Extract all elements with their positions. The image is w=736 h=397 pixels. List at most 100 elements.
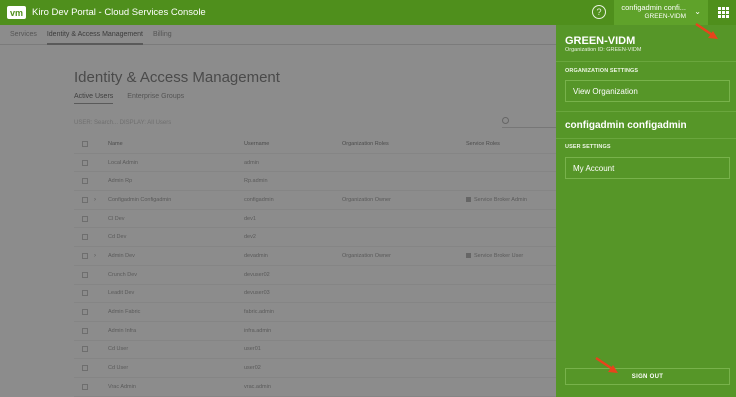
- user-full-name: configadmin configadmin: [565, 120, 687, 131]
- chevron-down-icon: ⌄: [694, 7, 701, 16]
- search-icon[interactable]: [502, 117, 509, 124]
- top-nav-tabs: Services Identity & Access Management Bi…: [0, 25, 556, 45]
- my-account-button[interactable]: My Account: [565, 157, 730, 179]
- column-header-username[interactable]: Username: [244, 141, 342, 147]
- row-checkbox[interactable]: [82, 234, 88, 241]
- tab-active-users[interactable]: Active Users: [74, 93, 114, 104]
- table-row[interactable]: Local Admin admin: [74, 154, 556, 173]
- view-organization-button[interactable]: View Organization: [565, 80, 730, 102]
- user-settings-label: USER SETTINGS: [565, 144, 611, 150]
- user-menu-name: configadmin confi...: [621, 3, 686, 12]
- cell-username: dev1: [244, 215, 256, 222]
- table-row[interactable]: Vrac Admin vrac.admin: [74, 378, 556, 397]
- user-menu-button[interactable]: configadmin confi... GREEN-VIDM ⌄: [614, 0, 708, 25]
- table-row[interactable]: Cl Dev dev1: [74, 210, 556, 229]
- table-row[interactable]: › Admin Dev devadmin Organization Owner Serv…: [74, 247, 556, 266]
- cell-username: configadmin: [244, 196, 274, 203]
- expand-chevron-icon[interactable]: ›: [94, 197, 104, 203]
- row-checkbox[interactable]: [82, 252, 88, 259]
- cell-name: Admin Fabric: [108, 309, 141, 316]
- cell-username: devuser03: [244, 290, 270, 297]
- table-row[interactable]: Admin Infra infra.admin: [74, 322, 556, 341]
- cell-username: vrac.admin: [244, 383, 271, 390]
- tab-identity-access-management[interactable]: Identity & Access Management: [46, 25, 143, 45]
- app-title: Kiro Dev Portal - Cloud Services Console: [32, 7, 206, 18]
- table-row[interactable]: Admin Rp Rp.admin: [74, 172, 556, 192]
- search-input[interactable]: [502, 127, 556, 128]
- tab-services[interactable]: Services: [10, 25, 37, 45]
- table-row[interactable]: Leadit Dev devuser03: [74, 285, 556, 304]
- cell-name: Cd User: [108, 365, 129, 372]
- cell-name: Admin Rp: [108, 178, 133, 185]
- sub-tabs: Active Users Enterprise Groups: [74, 93, 198, 104]
- cell-name: Crunch Dev: [108, 271, 138, 278]
- cell-username: devadmin: [244, 252, 268, 259]
- row-checkbox[interactable]: [82, 159, 88, 166]
- apps-grid-button[interactable]: [710, 0, 736, 25]
- row-checkbox[interactable]: [82, 290, 88, 297]
- cell-service-role: Service Broker User: [466, 253, 556, 259]
- cell-name: Admin Infra: [108, 327, 137, 334]
- table-row[interactable]: Cd Dev dev2: [74, 228, 556, 248]
- table-row[interactable]: › Configadmin Configadmin configadmin Organ…: [74, 191, 556, 210]
- cell-name: Leadit Dev: [108, 290, 135, 297]
- filter-hint: USER: Search... DISPLAY: All Users: [74, 120, 172, 126]
- cell-name: Vrac Admin: [108, 383, 136, 390]
- help-icon[interactable]: ?: [592, 5, 606, 19]
- service-role-label: Service Broker Admin: [474, 196, 527, 203]
- cell-username: dev2: [244, 234, 256, 241]
- user-filter-row: USER: Search... DISPLAY: All Users: [74, 117, 556, 132]
- divider: [556, 61, 736, 62]
- column-header-name[interactable]: Name: [104, 141, 244, 147]
- grid-icon: [717, 7, 729, 18]
- divider: [556, 138, 736, 139]
- users-table: Name Username Organization Roles Service…: [74, 135, 556, 397]
- vmware-logo: vm: [7, 6, 26, 19]
- cell-name: Local Admin: [108, 159, 138, 166]
- row-checkbox[interactable]: [82, 383, 88, 390]
- cell-username: Rp.admin: [244, 178, 268, 185]
- user-menu-org: GREEN-VIDM: [644, 13, 686, 20]
- row-checkbox[interactable]: [82, 309, 88, 316]
- table-header-row: Name Username Organization Roles Service…: [74, 135, 556, 154]
- cell-username: fabric.admin: [244, 309, 274, 316]
- row-checkbox[interactable]: [82, 215, 88, 222]
- cell-service-role: Service Broker Admin: [466, 197, 556, 203]
- org-id: Organization ID: GREEN-VIDM: [565, 47, 642, 53]
- table-row[interactable]: Cd User user02: [74, 359, 556, 378]
- table-row[interactable]: Crunch Dev devuser02: [74, 266, 556, 285]
- sign-out-button[interactable]: SIGN OUT: [565, 368, 730, 385]
- cell-name: Cd User: [108, 346, 129, 353]
- iam-page: Services Identity & Access Management Bi…: [0, 25, 556, 397]
- org-name: GREEN-VIDM: [565, 35, 636, 47]
- cell-username: devuser02: [244, 271, 270, 278]
- row-checkbox[interactable]: [82, 346, 88, 353]
- column-header-service-roles[interactable]: Service Roles: [466, 141, 556, 147]
- cell-username: admin: [244, 159, 259, 166]
- select-all-checkbox[interactable]: [82, 140, 88, 147]
- account-drawer: GREEN-VIDM Organization ID: GREEN-VIDM O…: [556, 25, 736, 397]
- cell-name: Cl Dev: [108, 215, 125, 222]
- row-checkbox[interactable]: [82, 196, 88, 203]
- row-checkbox[interactable]: [82, 365, 88, 372]
- cell-name: Cd Dev: [108, 234, 127, 241]
- row-checkbox[interactable]: [82, 327, 88, 334]
- cell-username: user02: [244, 365, 261, 372]
- service-role-label: Service Broker User: [474, 252, 524, 259]
- expand-chevron-icon[interactable]: ›: [94, 253, 104, 259]
- divider: [556, 111, 736, 112]
- cell-username: user01: [244, 346, 261, 353]
- row-checkbox[interactable]: [82, 271, 88, 278]
- cell-org-role: Organization Owner: [342, 196, 391, 203]
- tab-enterprise-groups[interactable]: Enterprise Groups: [127, 93, 184, 104]
- cell-name: Admin Dev: [108, 252, 135, 259]
- table-row[interactable]: Admin Fabric fabric.admin: [74, 303, 556, 322]
- table-row[interactable]: Cd User user01: [74, 341, 556, 360]
- service-icon: [466, 197, 471, 203]
- service-icon: [466, 253, 471, 259]
- tab-billing[interactable]: Billing: [153, 25, 172, 45]
- column-header-org-roles[interactable]: Organization Roles: [342, 141, 466, 147]
- page-title: Identity & Access Management: [74, 69, 280, 86]
- cell-username: infra.admin: [244, 327, 272, 334]
- row-checkbox[interactable]: [82, 178, 88, 185]
